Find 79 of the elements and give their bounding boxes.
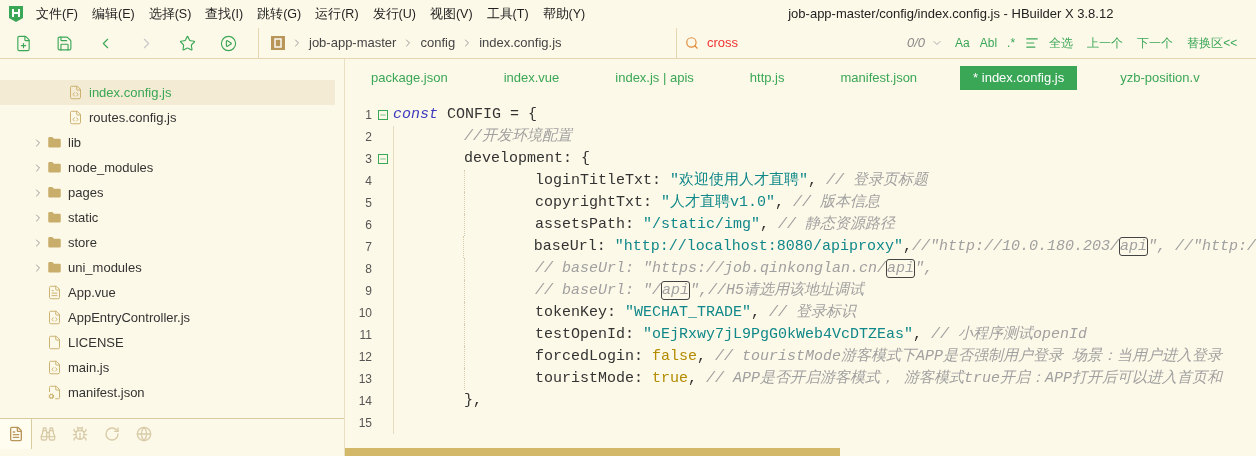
file-tree-item[interactable]: pages (0, 180, 335, 205)
menu-item[interactable]: 编辑(E) (91, 4, 135, 24)
code-line: forcedLogin: false, // touristMode游客模式下APP是否强制用户登录 场景：当用户进入登录 (535, 346, 1223, 367)
vue-file-icon (47, 285, 62, 300)
project-icon (271, 36, 285, 50)
breadcrumb-item[interactable]: job-app-master (309, 33, 397, 53)
file-icon (47, 335, 62, 350)
line-number: 14 (357, 393, 372, 410)
fold-icon[interactable] (377, 110, 388, 120)
line-number: 11 (358, 327, 372, 344)
code-line: tokenKey: "WECHAT_TRADE", // 登录标识 (535, 302, 857, 323)
code-line: testOpenId: "oEjRxwy7jL9PgG0kWeb4VcDTZEas", // 小程序测试openId (535, 324, 1088, 345)
folder-icon (47, 235, 62, 250)
search-field[interactable]: cross (707, 33, 907, 53)
line-number: 10 (357, 305, 372, 322)
line-number: 8 (364, 261, 372, 278)
line-number: 15 (357, 415, 372, 432)
menu-item[interactable]: 发行(U) (372, 4, 416, 24)
line-number: 5 (364, 195, 372, 212)
new-file-icon[interactable] (14, 34, 32, 52)
lines-icon[interactable] (1025, 36, 1040, 50)
line-number: 3 (364, 151, 372, 168)
js-file-icon (68, 110, 83, 125)
menu-item[interactable]: 视图(V) (429, 4, 473, 24)
match-count: 0/0 (907, 34, 926, 53)
window-title: job-app-master/config/index.config.js - HBuilder X 3.8.12 (788, 5, 1114, 24)
code-line: development: { (464, 148, 591, 169)
files-icon[interactable] (0, 418, 32, 449)
code-line: //开发环境配置 (464, 126, 572, 147)
line-number: 1 (364, 107, 372, 124)
file-tree-item[interactable]: lib (0, 130, 335, 155)
line-number: 6 (364, 217, 372, 234)
file-tree-item[interactable]: static (0, 205, 335, 230)
star-icon[interactable] (178, 34, 196, 52)
line-number: 13 (357, 371, 372, 388)
file-tree-item[interactable]: node_modules (0, 155, 335, 180)
folder-icon (47, 160, 62, 175)
fold-icon[interactable] (377, 154, 388, 164)
run-icon[interactable] (219, 34, 237, 52)
file-tree-item[interactable]: AppEntryController.js (0, 305, 335, 330)
app-logo-icon (8, 5, 24, 23)
save-icon[interactable] (55, 34, 73, 52)
breadcrumb-item[interactable]: config (420, 33, 456, 53)
code-line: loginTitleTxt: "欢迎使用人才直聘", // 登录页标题 (535, 170, 929, 191)
file-tree-item[interactable]: store (0, 230, 335, 255)
menu-item[interactable]: 跳转(G) (257, 4, 302, 24)
menu-item[interactable]: 帮助(Y) (542, 4, 586, 24)
menu-item[interactable]: 运行(R) (315, 4, 359, 24)
line-number: 9 (364, 283, 372, 300)
file-tree-item[interactable]: uni_modules (0, 255, 335, 280)
js-file-icon (68, 85, 83, 100)
breadcrumb-item[interactable]: index.config.js (479, 33, 562, 53)
folder-icon (47, 260, 62, 275)
file-tree-item[interactable]: routes.config.js (0, 105, 335, 130)
folder-icon (47, 210, 62, 225)
menu-item[interactable]: 查找(I) (205, 4, 244, 24)
scrollbar[interactable] (345, 448, 840, 456)
code-line: copyrightTxt: "人才直聘v1.0", // 版本信息 (535, 192, 881, 213)
menu-item[interactable]: 选择(S) (148, 4, 192, 24)
line-number: 7 (364, 239, 372, 256)
search-icon (685, 36, 699, 50)
code-line: }, (464, 390, 482, 411)
line-number: 2 (364, 129, 372, 146)
code-line: assetsPath: "/static/img", // 静态资源路径 (535, 214, 896, 235)
line-number: 12 (357, 349, 372, 366)
folder-icon (47, 185, 62, 200)
js-file-icon (47, 360, 62, 375)
file-tree-item[interactable]: App.vue (0, 280, 335, 305)
folder-icon (47, 135, 62, 150)
config-file-icon (47, 385, 62, 400)
file-tree-item[interactable]: LICENSE (0, 330, 335, 355)
menu-item[interactable]: 文件(F) (36, 4, 78, 24)
menu-item[interactable]: 工具(T) (486, 4, 529, 24)
code-line: const CONFIG = { (393, 104, 538, 125)
file-tree-item[interactable]: manifest.json (0, 380, 335, 405)
code-line: touristMode: true, // APP是否开启游客模式， 游客模式true开启：APP打开后可以进入首页和 (535, 368, 1223, 389)
line-number: 4 (364, 173, 372, 190)
js-file-icon (47, 310, 62, 325)
file-tree-item[interactable]: main.js (0, 355, 335, 380)
